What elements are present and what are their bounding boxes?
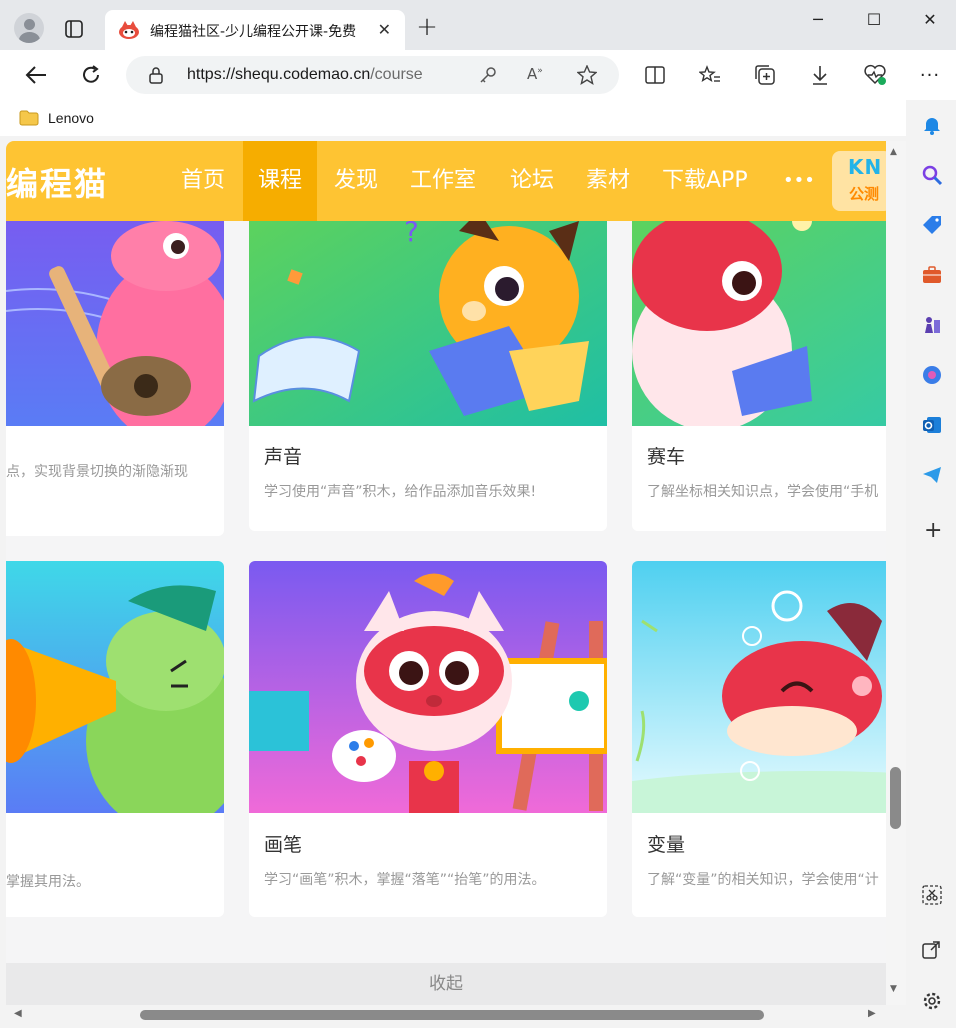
course-image-sound[interactable]: ? — [249, 201, 607, 426]
course-image-pen[interactable] — [249, 561, 607, 813]
edge-sidebar: + — [906, 100, 956, 1028]
maximize-button[interactable]: ☐ — [860, 10, 888, 34]
copilot-icon[interactable] — [921, 364, 943, 386]
shopping-tag-icon[interactable] — [921, 214, 943, 236]
nav-discover[interactable]: 发现 — [319, 141, 393, 221]
outlook-icon[interactable] — [921, 414, 943, 436]
new-tab-button[interactable]: + — [413, 14, 441, 42]
course-title[interactable]: 画笔 — [264, 830, 302, 857]
bookmarks-bar: Lenovo — [0, 100, 906, 136]
open-external-icon[interactable] — [921, 940, 943, 962]
scroll-right-icon[interactable]: ▶ — [868, 1008, 876, 1019]
course-title[interactable]: 赛车 — [647, 442, 685, 469]
nav-more[interactable]: ••• — [768, 141, 830, 221]
horizontal-scrollbar[interactable]: ◀ ▶ — [6, 1005, 886, 1025]
nav-studio[interactable]: 工作室 — [395, 141, 491, 221]
browser-titlebar: 编程猫社区-少儿编程公开课-免费 ✕ + ─ ☐ ✕ — [0, 0, 956, 50]
course-image-variable[interactable] — [632, 561, 886, 831]
telegram-send-icon[interactable] — [921, 464, 943, 486]
horizontal-scroll-thumb[interactable] — [140, 1010, 764, 1020]
scroll-down-icon[interactable]: ▼ — [890, 984, 897, 994]
bell-icon[interactable] — [921, 114, 943, 136]
course-card[interactable]: 点，实现背景切换的渐隐渐现 — [6, 201, 224, 536]
course-desc: 学习使用“声音”积木，给作品添加音乐效果! — [264, 484, 537, 500]
tab-close-icon[interactable]: ✕ — [378, 20, 391, 39]
read-aloud-icon[interactable]: A» — [527, 65, 543, 83]
browser-toolbar: https://shequ.codemao.cn/course A» ··· — [0, 50, 956, 100]
course-title[interactable]: 声音 — [264, 442, 302, 469]
course-image-racing[interactable] — [632, 201, 886, 431]
folder-icon[interactable] — [19, 110, 39, 126]
minimize-button[interactable]: ─ — [804, 10, 832, 34]
course-desc: 掌握其用法。 — [6, 874, 90, 890]
back-arrow-icon[interactable] — [23, 62, 49, 88]
codemao-favicon — [118, 20, 140, 40]
scroll-left-icon[interactable]: ◀ — [14, 1008, 22, 1019]
close-window-button[interactable]: ✕ — [916, 10, 944, 34]
add-sidebar-icon[interactable]: + — [924, 518, 942, 543]
course-card[interactable]: 变量 了解“变量”的相关知识，学会使用“计 — [632, 561, 886, 917]
tab-title: 编程猫社区-少儿编程公开课-免费 — [150, 24, 357, 40]
search-icon[interactable] — [921, 164, 943, 186]
browser-essentials-icon[interactable] — [862, 62, 888, 88]
url-host: https://shequ.codemao.cn — [187, 66, 371, 83]
split-screen-icon[interactable] — [642, 62, 668, 88]
more-menu-icon[interactable]: ··· — [917, 62, 943, 88]
lock-icon[interactable] — [148, 66, 164, 88]
vertical-scroll-thumb[interactable] — [890, 767, 901, 829]
site-logo[interactable]: 编程猫 — [6, 159, 108, 205]
kn-beta-label: 公测 — [849, 185, 880, 203]
course-card[interactable]: 赛车 了解坐标相关知识点，学会使用“手机 — [632, 201, 886, 531]
course-card[interactable]: 画笔 学习“画笔”积木，掌握“落笔”“抬笔”的用法。 — [249, 561, 607, 917]
course-image-music[interactable] — [6, 201, 224, 441]
games-chess-icon[interactable] — [921, 314, 943, 336]
nav-home[interactable]: 首页 — [166, 141, 240, 221]
course-card[interactable]: ? 声音 学习使用“声音”积木，给作品添加音乐效果! — [249, 201, 607, 531]
nav-download-app[interactable]: 下载APP — [647, 141, 763, 221]
key-icon[interactable] — [479, 66, 497, 88]
nav-assets[interactable]: 素材 — [571, 141, 645, 221]
scroll-up-icon[interactable]: ▲ — [890, 147, 897, 157]
course-desc: 了解“变量”的相关知识，学会使用“计 — [647, 872, 879, 888]
bookmark-folder-label[interactable]: Lenovo — [48, 110, 94, 126]
url-path: /course — [370, 66, 423, 83]
course-title[interactable]: 变量 — [647, 830, 685, 857]
kn-label: KN — [848, 155, 883, 179]
kn-beta-button[interactable]: KN 公测 — [832, 151, 886, 211]
favorite-star-icon[interactable] — [576, 64, 598, 89]
course-card[interactable]: 掌握其用法。 — [6, 561, 224, 917]
nav-forum[interactable]: 论坛 — [495, 141, 569, 221]
vertical-scrollbar[interactable]: ▲ ▼ — [886, 141, 906, 1005]
refresh-icon[interactable] — [78, 62, 104, 88]
address-bar[interactable]: https://shequ.codemao.cn/course A» — [126, 56, 619, 94]
course-desc: 点，实现背景切换的渐隐渐现 — [6, 464, 188, 480]
url-text[interactable]: https://shequ.codemao.cn/course — [187, 66, 423, 84]
collections-icon[interactable] — [752, 62, 778, 88]
nav-courses[interactable]: 课程 — [243, 141, 318, 221]
screenshot-scissors-icon[interactable] — [921, 884, 943, 906]
browser-tab-active[interactable]: 编程猫社区-少儿编程公开课-免费 ✕ — [105, 10, 405, 50]
settings-gear-icon[interactable] — [921, 990, 943, 1012]
profile-avatar[interactable] — [14, 13, 44, 43]
tools-briefcase-icon[interactable] — [921, 264, 943, 286]
collapse-button[interactable]: 收起 — [6, 963, 886, 1005]
tab-actions-icon[interactable] — [62, 17, 86, 41]
site-header: 编程猫 首页 课程 发现 工作室 论坛 素材 下载APP ••• KN 公测 — [6, 141, 886, 221]
course-image-broadcast[interactable] — [6, 561, 224, 831]
page-viewport[interactable]: 点，实现背景切换的渐隐渐现 ? 声音 学习使用“声音”积木，给作品添加音乐效果! — [6, 141, 886, 1005]
download-icon[interactable] — [807, 62, 833, 88]
favorites-icon[interactable] — [697, 62, 723, 88]
course-desc: 了解坐标相关知识点，学会使用“手机 — [647, 484, 879, 500]
course-desc: 学习“画笔”积木，掌握“落笔”“抬笔”的用法。 — [264, 872, 546, 888]
